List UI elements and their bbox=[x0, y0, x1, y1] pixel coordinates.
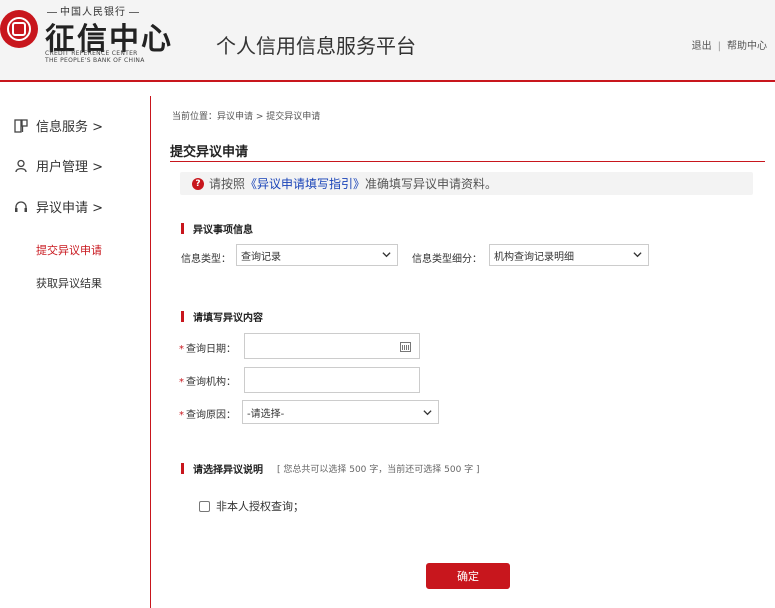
help-center-link[interactable]: 帮助中心 bbox=[727, 41, 767, 52]
query-reason-select[interactable]: -请选择- bbox=[242, 400, 439, 424]
required-mark: * bbox=[179, 344, 184, 355]
query-org-input[interactable] bbox=[244, 367, 420, 393]
section-dispute-content-title: 请填写异议内容 bbox=[181, 309, 263, 324]
logo-en-line1: CREDIT REFERENCE CENTER bbox=[45, 50, 138, 57]
info-subtype-select[interactable]: 机构查询记录明细 bbox=[489, 244, 649, 266]
link-separator: | bbox=[717, 41, 721, 52]
sidebar-item-dispute-application[interactable]: 异议申请 > bbox=[14, 197, 103, 216]
checkbox-label: 非本人授权查询； bbox=[216, 500, 304, 513]
calendar-icon[interactable] bbox=[400, 342, 411, 352]
header: 中国人民银行 征信中心 CREDIT REFERENCE CENTER THE … bbox=[0, 0, 775, 82]
section-title-text: 异议事项信息 bbox=[193, 225, 253, 236]
required-mark: * bbox=[179, 410, 184, 421]
section-bar bbox=[181, 463, 184, 474]
query-reason-label: * 查询原因： bbox=[179, 406, 236, 421]
unauthorized-query-checkbox[interactable] bbox=[199, 500, 210, 512]
required-mark: * bbox=[179, 377, 184, 388]
top-links: 退出 | 帮助中心 bbox=[692, 37, 767, 52]
explanation-option[interactable]: 非本人授权查询； bbox=[199, 498, 304, 514]
query-date-label: * 查询日期： bbox=[179, 340, 236, 355]
notice-prefix: 请按照 bbox=[209, 177, 246, 191]
section-dispute-info-title: 异议事项信息 bbox=[181, 221, 253, 236]
query-org-label-text: 查询机构： bbox=[186, 377, 236, 388]
info-subtype-value: 机构查询记录明细 bbox=[494, 251, 574, 263]
confirm-button[interactable]: 确定 bbox=[426, 563, 510, 589]
char-count-hint: [ 您总共可以选择 500 字，当前还可选择 500 字 ] bbox=[277, 465, 480, 475]
platform-title: 个人信用信息服务平台 bbox=[216, 34, 416, 58]
section-bar bbox=[181, 223, 184, 234]
sidebar-item-info-service[interactable]: 信息服务 > bbox=[14, 116, 103, 135]
question-icon: ? bbox=[192, 177, 204, 190]
credit-center-logo-icon bbox=[0, 10, 38, 48]
info-type-label: 信息类型： bbox=[181, 254, 231, 265]
sidebar-divider bbox=[150, 96, 151, 608]
sidebar-item-label: 用户管理 > bbox=[36, 160, 104, 175]
sidebar-subitem-submit-dispute[interactable]: 提交异议申请 bbox=[36, 242, 102, 258]
info-subtype-label: 信息类型细分： bbox=[412, 254, 482, 265]
sidebar-subitem-get-result[interactable]: 获取异议结果 bbox=[36, 275, 102, 291]
query-org-label: * 查询机构： bbox=[179, 373, 236, 388]
section-title-text: 请选择异议说明 bbox=[193, 465, 263, 476]
query-reason-label-text: 查询原因： bbox=[186, 410, 236, 421]
query-reason-value: -请选择- bbox=[247, 408, 285, 420]
logo-en-line2: THE PEOPLE'S BANK OF CHINA bbox=[45, 57, 145, 64]
section-dispute-explanation-title: 请选择异议说明 [ 您总共可以选择 500 字，当前还可选择 500 字 ] bbox=[181, 461, 480, 476]
chevron-down-icon bbox=[633, 252, 642, 258]
section-bar bbox=[181, 311, 184, 322]
title-divider bbox=[170, 161, 765, 162]
chevron-down-icon bbox=[423, 410, 432, 416]
sidebar: 信息服务 > 用户管理 > 异议申请 > 提交异议申请 获取异议结果 bbox=[0, 84, 150, 608]
user-icon bbox=[15, 159, 27, 172]
logout-link[interactable]: 退出 bbox=[692, 41, 712, 52]
notice-banner: ? 请按照 《异议申请填写指引》 准确填写异议申请资料。 bbox=[180, 172, 753, 195]
notice-suffix: 准确填写异议申请资料。 bbox=[365, 177, 498, 191]
info-type-value: 查询记录 bbox=[241, 251, 281, 263]
guide-link[interactable]: 《异议申请填写指引》 bbox=[245, 175, 365, 192]
logo-english-text: CREDIT REFERENCE CENTER THE PEOPLE'S BAN… bbox=[45, 50, 165, 64]
headset-icon bbox=[15, 200, 27, 212]
section-title-text: 请填写异议内容 bbox=[193, 313, 263, 324]
info-type-select[interactable]: 查询记录 bbox=[236, 244, 398, 266]
page-title: 提交异议申请 bbox=[170, 145, 249, 160]
query-date-label-text: 查询日期： bbox=[186, 344, 236, 355]
sidebar-item-label: 异议申请 > bbox=[36, 201, 104, 216]
breadcrumb: 当前位置：异议申请 > 提交异议申请 bbox=[172, 112, 321, 122]
info-service-icon bbox=[14, 118, 28, 133]
query-date-input[interactable] bbox=[244, 333, 420, 359]
sidebar-item-label: 信息服务 > bbox=[36, 120, 104, 135]
sidebar-item-user-management[interactable]: 用户管理 > bbox=[14, 156, 103, 175]
chevron-down-icon bbox=[382, 252, 391, 258]
